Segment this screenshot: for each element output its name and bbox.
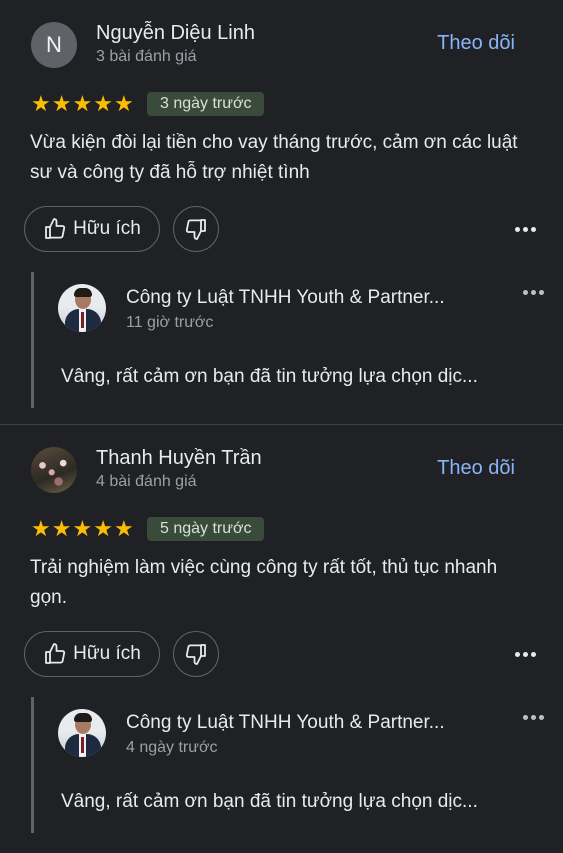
star-rating: ★ ★ ★ ★ ★ [31,92,134,116]
reviewer-name[interactable]: Thanh Huyền Trần [96,447,262,470]
helpful-button[interactable]: Hữu ích [24,206,160,252]
reply-text[interactable]: Vâng, rất cảm ơn bạn đã tin tưởng lựa ch… [61,366,478,388]
reviewer-name[interactable]: Nguyễn Diệu Linh [96,22,255,45]
more-dot [523,290,528,295]
more-dot [514,651,520,657]
star-icon: ★ [72,91,93,116]
reviewer-avatar[interactable]: N [31,22,77,68]
avatar-initial: N [46,32,62,57]
reply-text[interactable]: Vâng, rất cảm ơn bạn đã tin tưởng lựa ch… [61,791,478,813]
helpful-button[interactable]: Hữu ích [24,631,160,677]
helpful-label: Hữu ích [73,218,141,239]
owner-reply: Công ty Luật TNHH Youth & Partner... 11 … [31,272,544,408]
review-card: N Nguyễn Diệu Linh 3 bài đánh giá Theo d… [0,0,563,424]
star-icon: ★ [113,516,134,541]
reviewer-avatar[interactable] [31,447,77,493]
more-options-button[interactable] [511,643,539,665]
reply-more-options-button[interactable] [523,290,544,295]
not-helpful-button[interactable] [173,206,219,252]
more-dot [523,715,528,720]
star-icon: ★ [51,91,72,116]
star-icon: ★ [72,516,93,541]
follow-button[interactable]: Theo dõi [437,32,515,55]
star-icon: ★ [51,516,72,541]
star-icon: ★ [31,516,51,541]
reviewer-review-count: 3 bài đánh giá [96,48,197,65]
owner-name[interactable]: Công ty Luật TNHH Youth & Partner... [126,712,445,734]
thumbs-up-icon [45,218,66,239]
more-dot [522,651,528,657]
more-options-button[interactable] [511,218,539,240]
more-dot [531,715,536,720]
more-dot [539,715,544,720]
reply-time: 4 ngày trước [126,739,218,756]
thumbs-up-icon [45,643,66,664]
more-dot [522,226,528,232]
more-dot [530,651,536,657]
review-text: Trải nghiệm làm việc cùng công ty rất tố… [30,557,498,608]
owner-avatar[interactable] [58,709,106,757]
more-dot [514,226,520,232]
more-dot [530,226,536,232]
owner-avatar[interactable] [58,284,106,332]
star-icon: ★ [93,516,113,541]
more-dot [531,290,536,295]
reply-more-options-button[interactable] [523,715,544,720]
reply-time: 11 giờ trước [126,314,214,331]
review-date-badge: 3 ngày trước [147,92,265,116]
review-card: Thanh Huyền Trần 4 bài đánh giá Theo dõi… [0,424,563,849]
review-text: Vừa kiện đòi lại tiền cho vay tháng trướ… [30,132,518,183]
thumbs-down-icon [185,644,206,665]
helpful-label: Hữu ích [73,643,141,664]
star-rating: ★ ★ ★ ★ ★ [31,517,134,541]
more-dot [539,290,544,295]
star-icon: ★ [113,91,134,116]
owner-reply: Công ty Luật TNHH Youth & Partner... 4 n… [31,697,544,833]
star-icon: ★ [93,91,113,116]
not-helpful-button[interactable] [173,631,219,677]
star-icon: ★ [31,91,51,116]
follow-button[interactable]: Theo dõi [437,457,515,480]
review-date-badge: 5 ngày trước [147,517,265,541]
owner-name[interactable]: Công ty Luật TNHH Youth & Partner... [126,287,445,309]
reviewer-review-count: 4 bài đánh giá [96,473,197,490]
thumbs-down-icon [185,219,206,240]
